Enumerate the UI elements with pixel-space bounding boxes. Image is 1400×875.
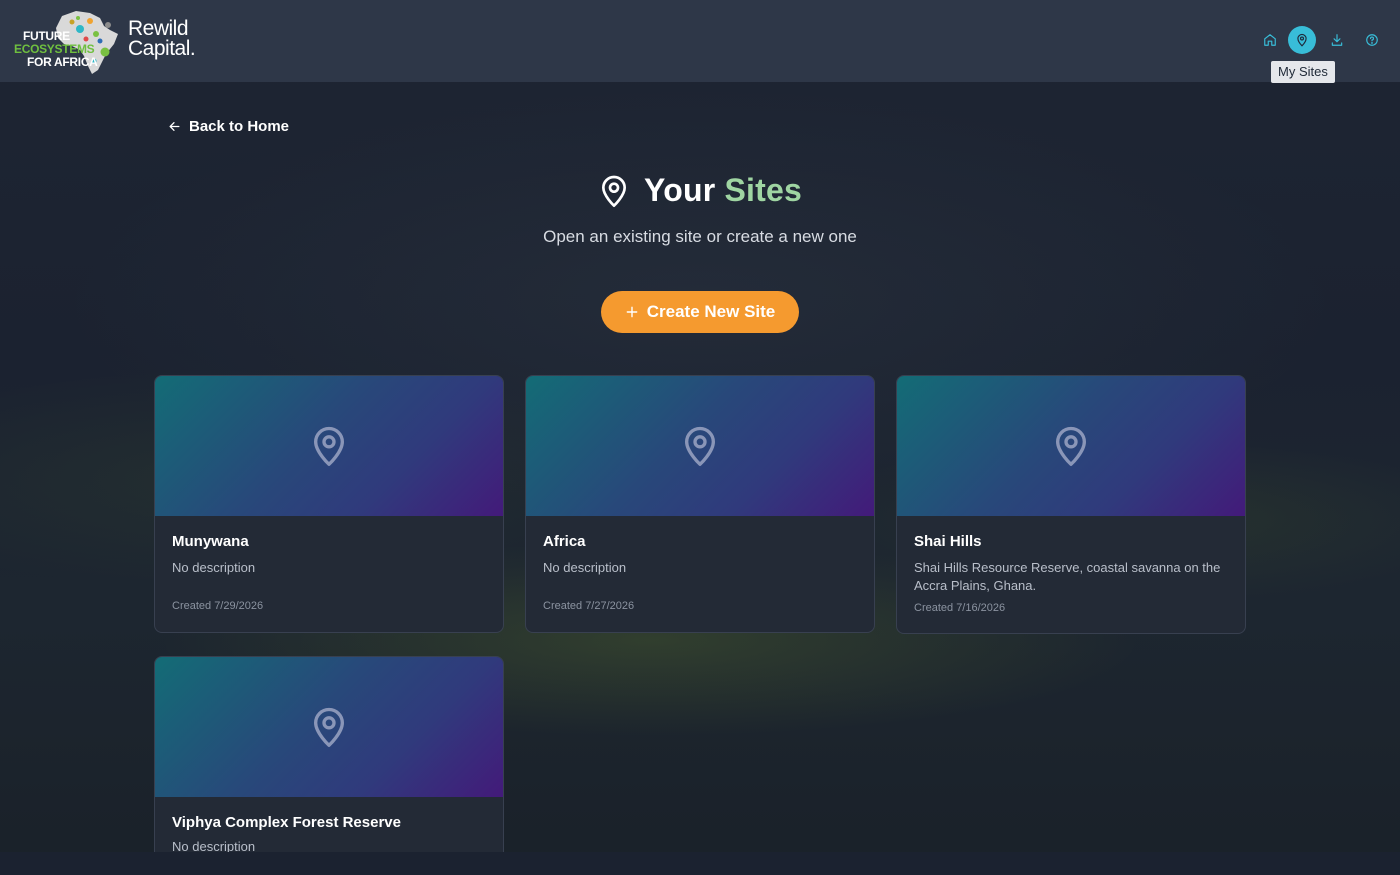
- site-card-body: Africa No description: [526, 516, 874, 577]
- site-name: Viphya Complex Forest Reserve: [172, 814, 401, 831]
- site-card[interactable]: Munywana No description Created 7/29/202…: [154, 375, 504, 633]
- page-title-row: Your Sites: [0, 172, 1400, 209]
- logo-group[interactable]: FUTURE ECOSYSTEMS FOR AFRICA Rewild Capi…: [14, 10, 204, 74]
- logo-line-2: ECOSYSTEMS: [14, 42, 95, 56]
- logo-line-3: FOR AFRICA: [27, 55, 98, 69]
- brand-line-1: Rewild: [128, 17, 189, 40]
- site-description: No description: [543, 560, 627, 575]
- site-card-body: Munywana No description: [155, 516, 503, 577]
- site-card-hero: [897, 376, 1245, 516]
- site-card-body: Shai Hills Shai Hills Resource Reserve, …: [897, 516, 1245, 595]
- site-created-date: Created 7/16/2026: [914, 602, 1006, 614]
- rewild-capital-logo: Rewild Capital.: [128, 17, 196, 60]
- map-pin-icon: [314, 707, 344, 747]
- site-created-date: Created 7/27/2026: [543, 600, 635, 612]
- title-part-2: Sites: [724, 172, 802, 208]
- brand-line-2: Capital.: [128, 37, 196, 60]
- page-subtitle: Open an existing site or create a new on…: [543, 227, 857, 246]
- site-name: Shai Hills: [914, 533, 982, 550]
- arrow-left-icon: [169, 122, 180, 131]
- nav-help-button[interactable]: [1358, 26, 1386, 54]
- map-pin-icon: [1056, 426, 1086, 466]
- help-circle-icon: [1366, 34, 1378, 46]
- map-pin-icon: [314, 426, 344, 466]
- nav-download-button[interactable]: [1323, 26, 1351, 54]
- site-description: Shai Hills Resource Reserve, coastal sav…: [914, 560, 1221, 593]
- map-pin-icon: [602, 175, 627, 207]
- nav-my-sites-button[interactable]: [1288, 26, 1316, 54]
- back-label: Back to Home: [189, 118, 290, 135]
- nav-home-button[interactable]: [1256, 26, 1284, 54]
- nav-tooltip: My Sites: [1271, 61, 1335, 83]
- create-new-site-label: Create New Site: [646, 302, 776, 321]
- site-name: Munywana: [172, 533, 249, 550]
- home-icon: [1264, 34, 1276, 46]
- scroll-clip-area: [0, 852, 1400, 875]
- site-name: Africa: [543, 533, 586, 550]
- title-part-1: Your: [644, 172, 716, 208]
- page-title: Your Sites: [644, 172, 802, 209]
- download-icon: [1331, 34, 1343, 46]
- site-card[interactable]: Africa No description Created 7/27/2026: [525, 375, 875, 633]
- plus-icon: [626, 306, 638, 318]
- site-card-hero: [155, 376, 503, 516]
- map-pin-icon: [685, 426, 715, 466]
- site-description: No description: [172, 560, 256, 575]
- logo-line-1: FUTURE: [23, 29, 70, 43]
- site-card[interactable]: Shai Hills Shai Hills Resource Reserve, …: [896, 375, 1246, 634]
- top-header: FUTURE ECOSYSTEMS FOR AFRICA Rewild Capi…: [0, 0, 1400, 82]
- site-card-hero: [526, 376, 874, 516]
- create-new-site-button[interactable]: Create New Site: [601, 291, 799, 333]
- site-created-date: Created 7/29/2026: [172, 600, 264, 612]
- map-pin-icon: [1297, 33, 1307, 47]
- site-card-hero: [155, 657, 503, 797]
- site-card[interactable]: Viphya Complex Forest Reserve No descrip…: [154, 656, 504, 875]
- sites-page: Back to Home Your Sites Open an existing…: [0, 0, 1400, 875]
- back-to-home-link[interactable]: Back to Home: [168, 118, 289, 135]
- site-card-body: Viphya Complex Forest Reserve No descrip…: [155, 797, 503, 856]
- future-ecosystems-logo: FUTURE ECOSYSTEMS FOR AFRICA: [14, 10, 120, 74]
